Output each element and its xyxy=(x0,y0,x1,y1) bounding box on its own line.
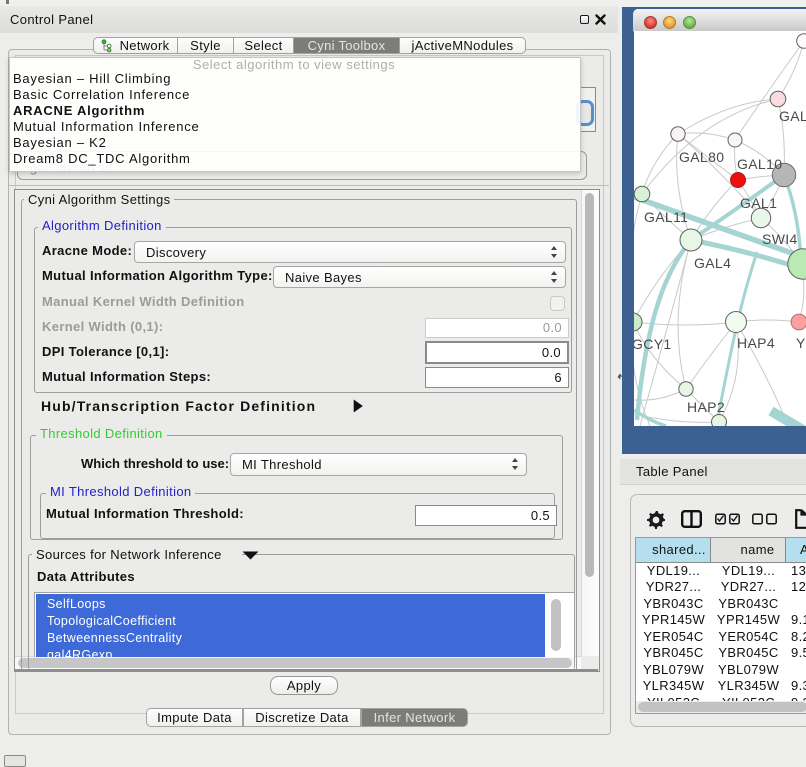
svg-text:GAL1: GAL1 xyxy=(740,195,777,211)
svg-text:GAL: GAL xyxy=(779,108,806,124)
svg-text:Y: Y xyxy=(796,335,806,351)
svg-text:HAP4: HAP4 xyxy=(737,335,775,351)
svg-text:SWI4: SWI4 xyxy=(762,231,798,247)
svg-text:GCY1: GCY1 xyxy=(634,336,672,352)
svg-text:GAL10: GAL10 xyxy=(737,156,782,172)
svg-text:GAL4: GAL4 xyxy=(694,255,731,271)
svg-text:GAL80: GAL80 xyxy=(679,149,724,165)
svg-text:HAP2: HAP2 xyxy=(687,399,725,415)
svg-text:GAL11: GAL11 xyxy=(644,209,688,225)
